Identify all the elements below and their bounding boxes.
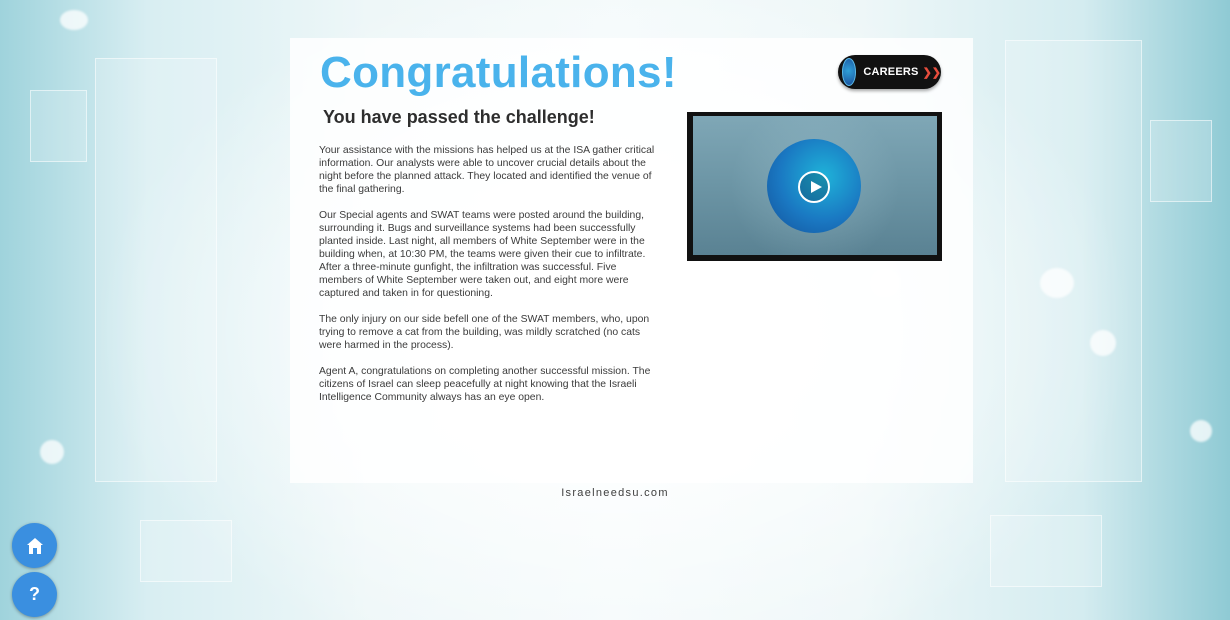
home-button[interactable] — [12, 523, 57, 568]
message-paragraph: Your assistance with the missions has he… — [319, 145, 655, 195]
agency-logo-icon — [842, 58, 857, 86]
home-icon — [26, 537, 43, 554]
video-thumbnail — [693, 116, 937, 255]
careers-label: CAREERS — [863, 66, 919, 78]
careers-button[interactable]: CAREERS ❯❯ — [838, 55, 941, 89]
message-body: Your assistance with the missions has he… — [319, 144, 659, 417]
help-button[interactable]: ? — [12, 572, 57, 617]
message-paragraph: Agent A, congratulations on completing a… — [319, 366, 651, 403]
page-title: Congratulations! — [320, 48, 677, 97]
page-subtitle: You have passed the challenge! — [323, 107, 595, 127]
message-paragraph: Our Special agents and SWAT teams were p… — [319, 210, 646, 299]
message-paragraph: The only injury on our side befell one o… — [319, 314, 650, 351]
footer-url[interactable]: Israelneedsu.com — [0, 487, 1230, 499]
chevron-right-icon: ❯❯ — [922, 66, 941, 79]
video-player[interactable] — [687, 112, 942, 261]
play-icon[interactable] — [798, 171, 830, 203]
help-icon: ? — [29, 584, 40, 604]
